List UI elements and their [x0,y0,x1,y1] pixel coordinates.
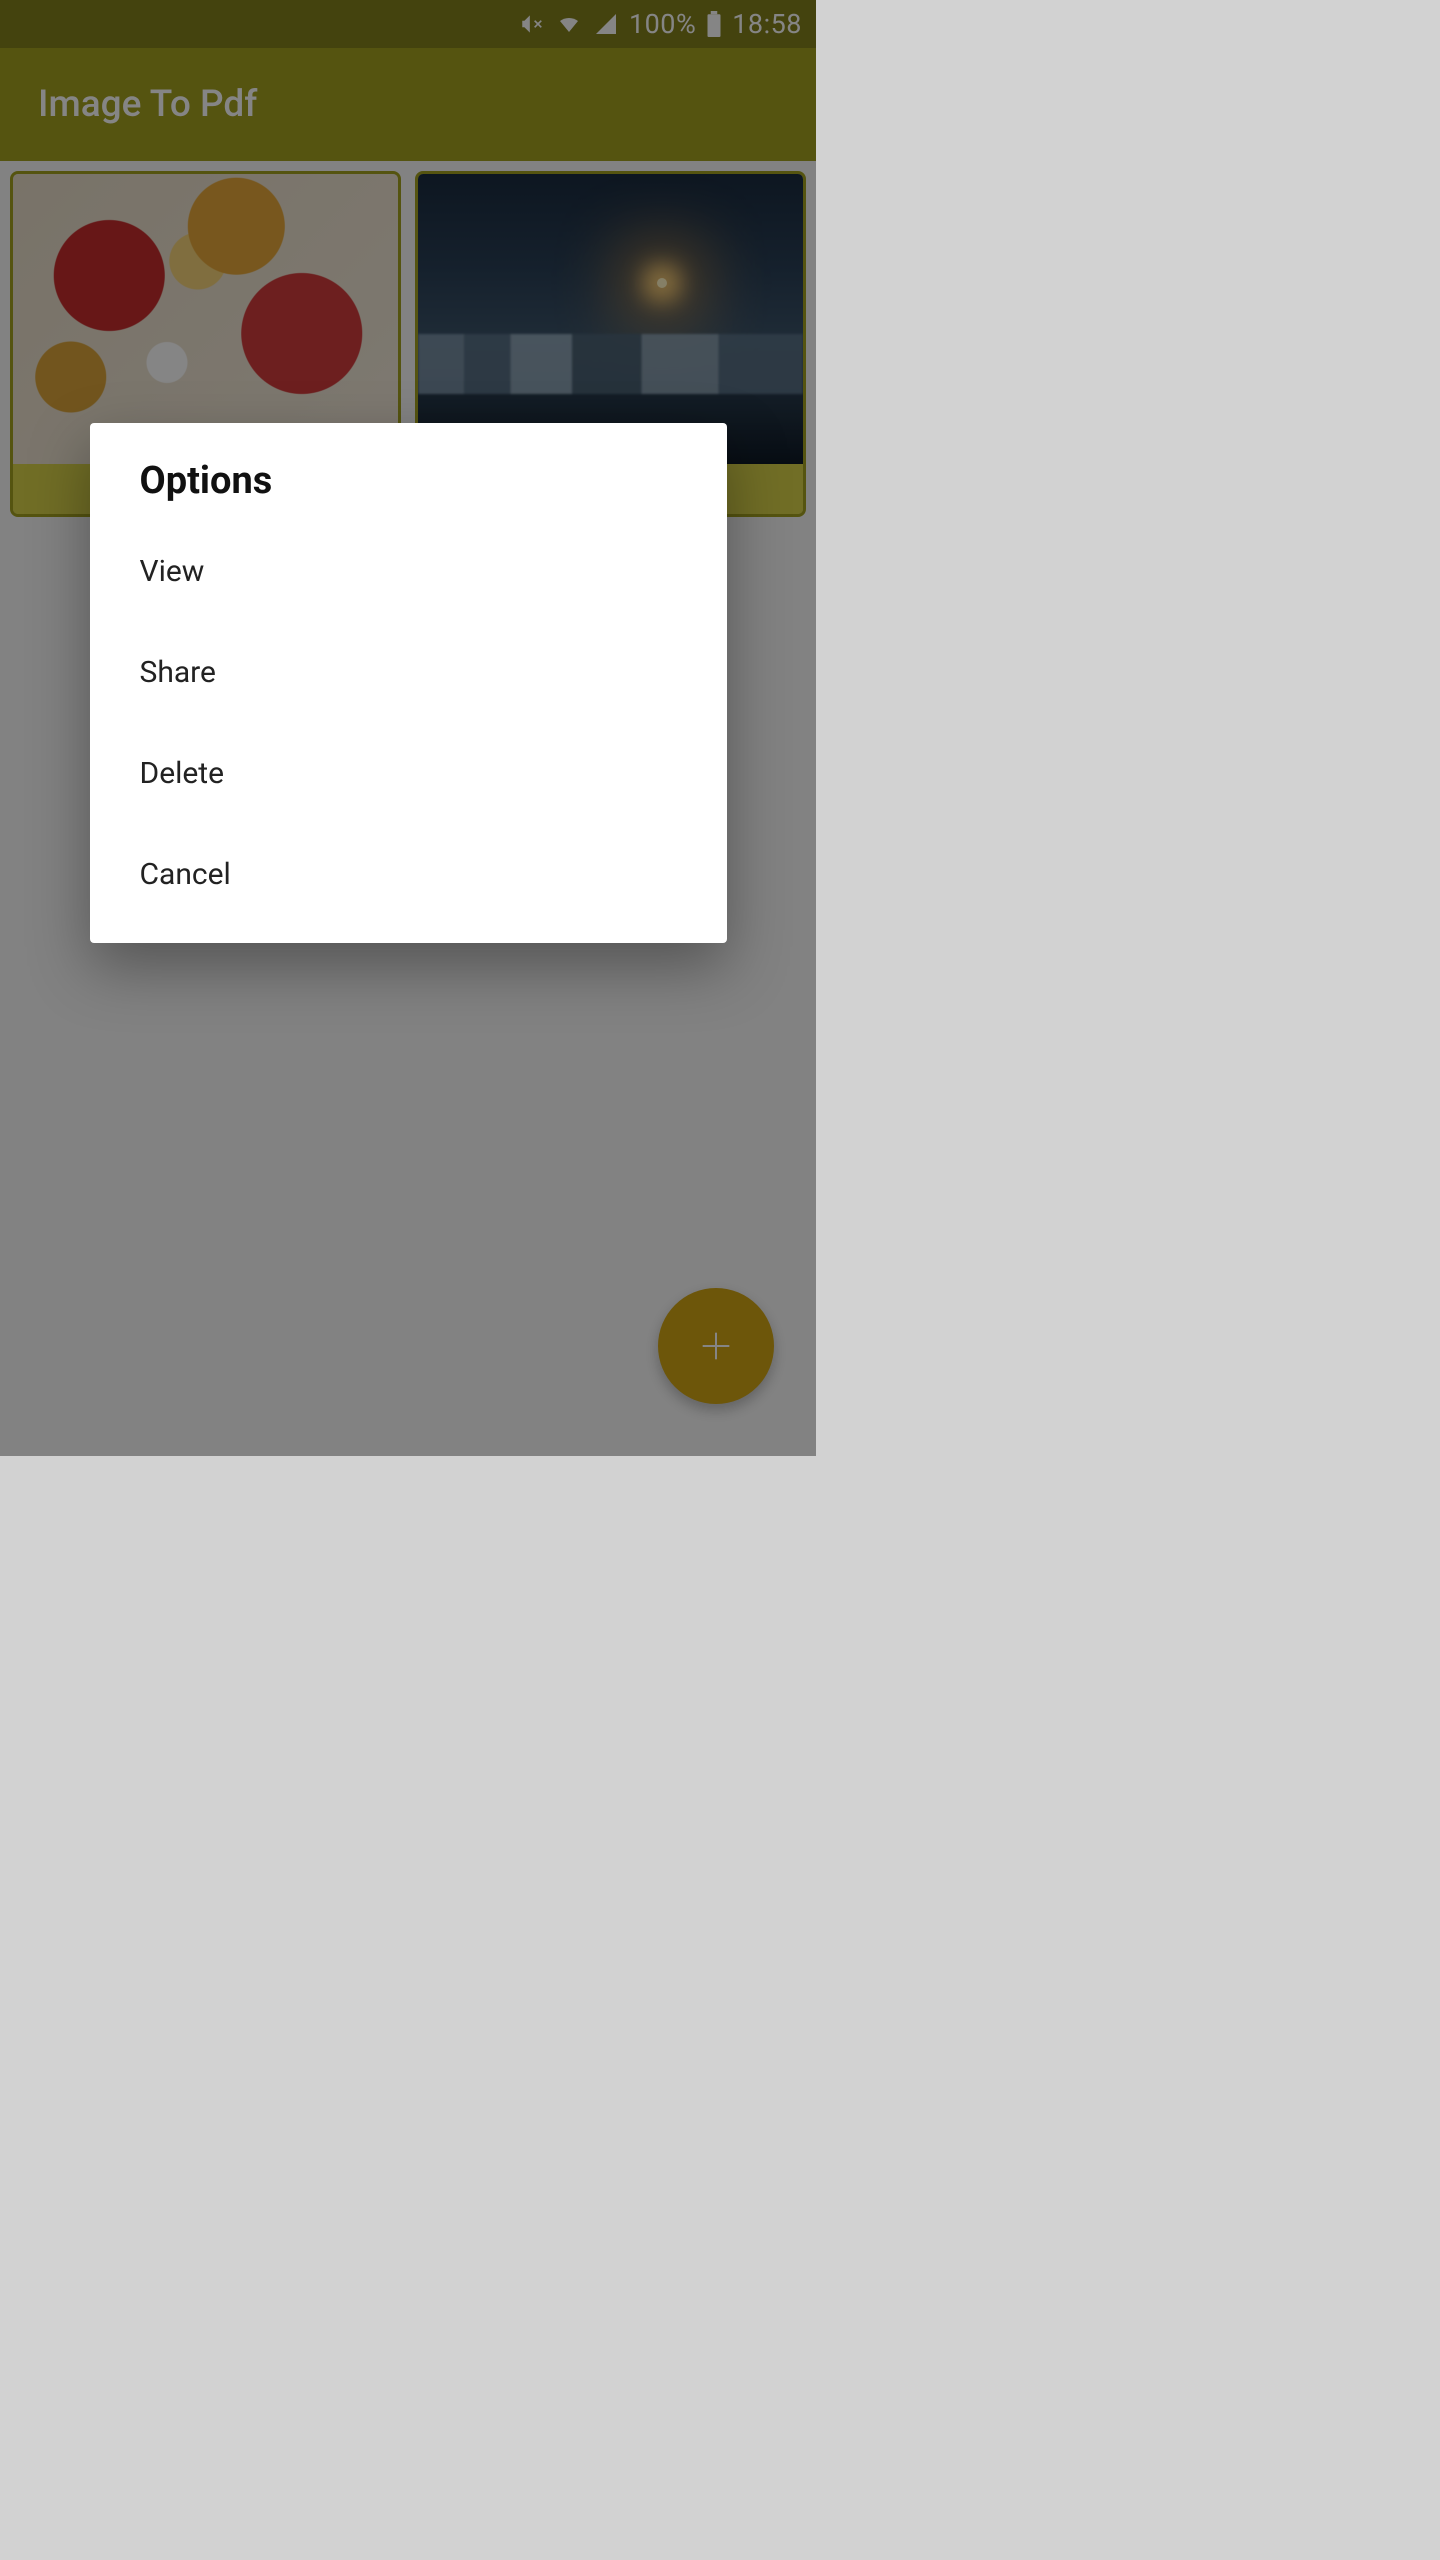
option-cancel[interactable]: Cancel [90,824,727,925]
option-delete[interactable]: Delete [90,723,727,824]
option-share[interactable]: Share [90,622,727,723]
modal-scrim[interactable]: Options View Share Delete Cancel [0,0,816,1456]
option-view[interactable]: View [90,521,727,622]
dialog-title: Options [90,459,727,521]
options-dialog: Options View Share Delete Cancel [90,423,727,943]
